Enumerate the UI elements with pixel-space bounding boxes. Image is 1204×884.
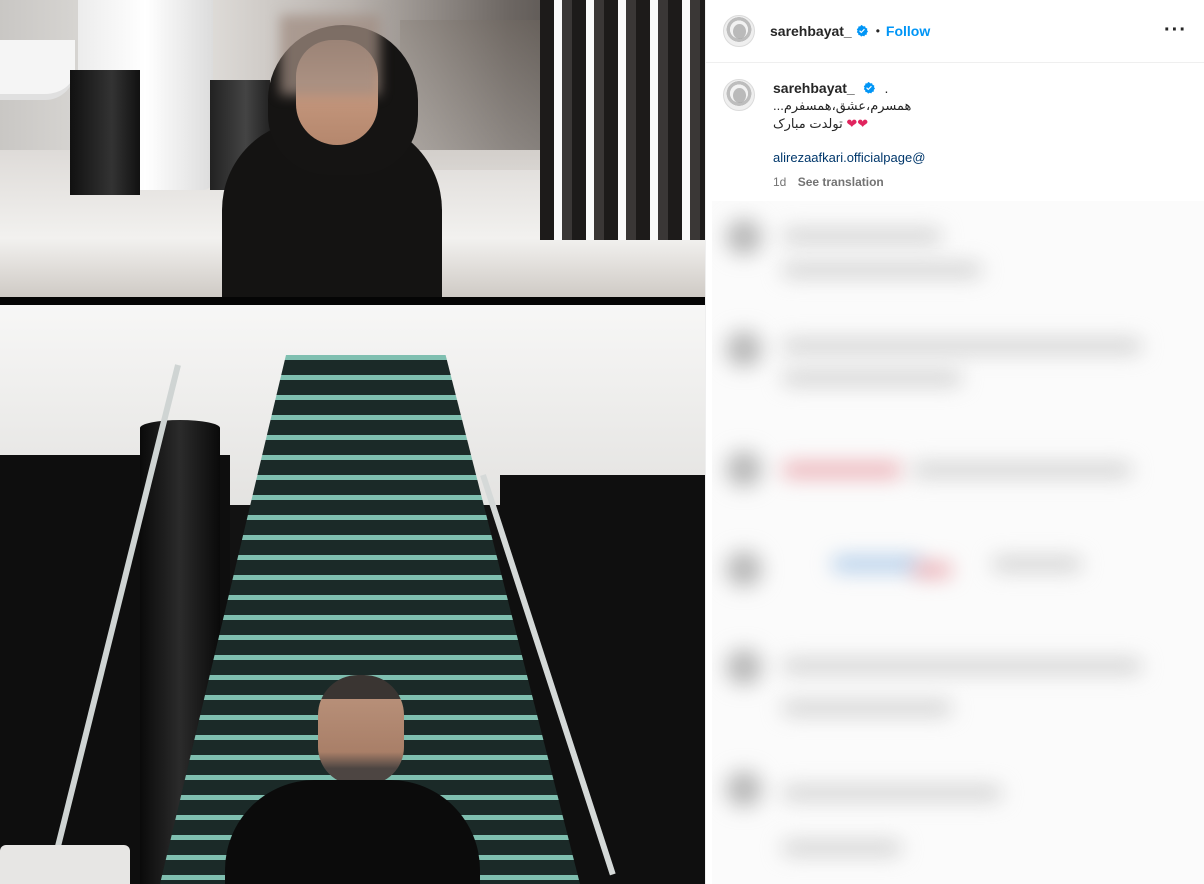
blurred-line: [782, 371, 962, 385]
blurred-avatar: [726, 649, 762, 685]
light-columns: [540, 0, 705, 240]
sofa: [0, 40, 75, 100]
man-head: [318, 675, 404, 785]
blurred-line: [832, 557, 922, 571]
blurred-line: [782, 263, 982, 277]
mention-link[interactable]: alirezaafkari.officialpage@: [773, 149, 1193, 167]
blurred-line: [782, 841, 902, 855]
avatar[interactable]: [723, 15, 755, 47]
blur-patch: [280, 15, 380, 95]
blurred-line: [912, 563, 952, 577]
follow-button[interactable]: Follow: [886, 23, 930, 39]
blurred-line: [992, 557, 1082, 571]
caption-meta: 1d See translation: [773, 173, 1193, 191]
blurred-avatar: [726, 771, 762, 807]
see-translation-button[interactable]: See translation: [798, 175, 884, 189]
caption-line-birthday: ❤❤ تولدت مبارک: [773, 115, 1193, 133]
avatar[interactable]: [723, 79, 755, 111]
blurred-line: [782, 229, 942, 243]
blurred-avatar: [726, 451, 762, 487]
caption-text: تولدت مبارک: [773, 116, 843, 131]
blurred-line: [782, 339, 1142, 353]
blurred-avatar: [726, 551, 762, 587]
man-figure: [225, 780, 480, 884]
verified-badge-icon: [856, 25, 868, 37]
heart-icon: ❤❤: [846, 116, 869, 131]
post-time: 1d: [773, 175, 787, 189]
verified-badge-icon: [863, 82, 875, 94]
table: [0, 845, 130, 884]
caption-body: sarehbayat_ . همسرم،عشق،همسفرم... ❤❤ تول…: [773, 79, 1193, 191]
collage-divider: [0, 297, 705, 305]
blurred-comments: [712, 201, 1204, 884]
photo-top-woman: [0, 0, 705, 297]
more-options-icon[interactable]: ···: [1164, 20, 1187, 40]
photo-bottom-man: [0, 305, 705, 884]
blurred-avatar: [726, 219, 762, 255]
caption-line: همسرم،عشق،همسفرم...: [773, 98, 912, 113]
blurred-line: [912, 463, 1132, 477]
planter: [70, 70, 140, 195]
blurred-line: [782, 701, 952, 715]
glass-wall: [400, 20, 540, 170]
blurred-line: [782, 659, 1142, 673]
blurred-avatar: [726, 331, 762, 367]
post-media[interactable]: [0, 0, 705, 884]
username-link[interactable]: sarehbayat_: [773, 80, 855, 96]
caption-trailing: .: [884, 80, 889, 96]
post-sidebar: sarehbayat_ • Follow ··· sarehbayat_ . ه…: [705, 0, 1204, 884]
username-link[interactable]: sarehbayat_: [770, 23, 852, 39]
post-header: sarehbayat_ • Follow ···: [706, 0, 1204, 63]
blurred-line: [782, 463, 902, 477]
separator-dot: •: [875, 24, 880, 38]
blurred-line: [782, 786, 1002, 800]
